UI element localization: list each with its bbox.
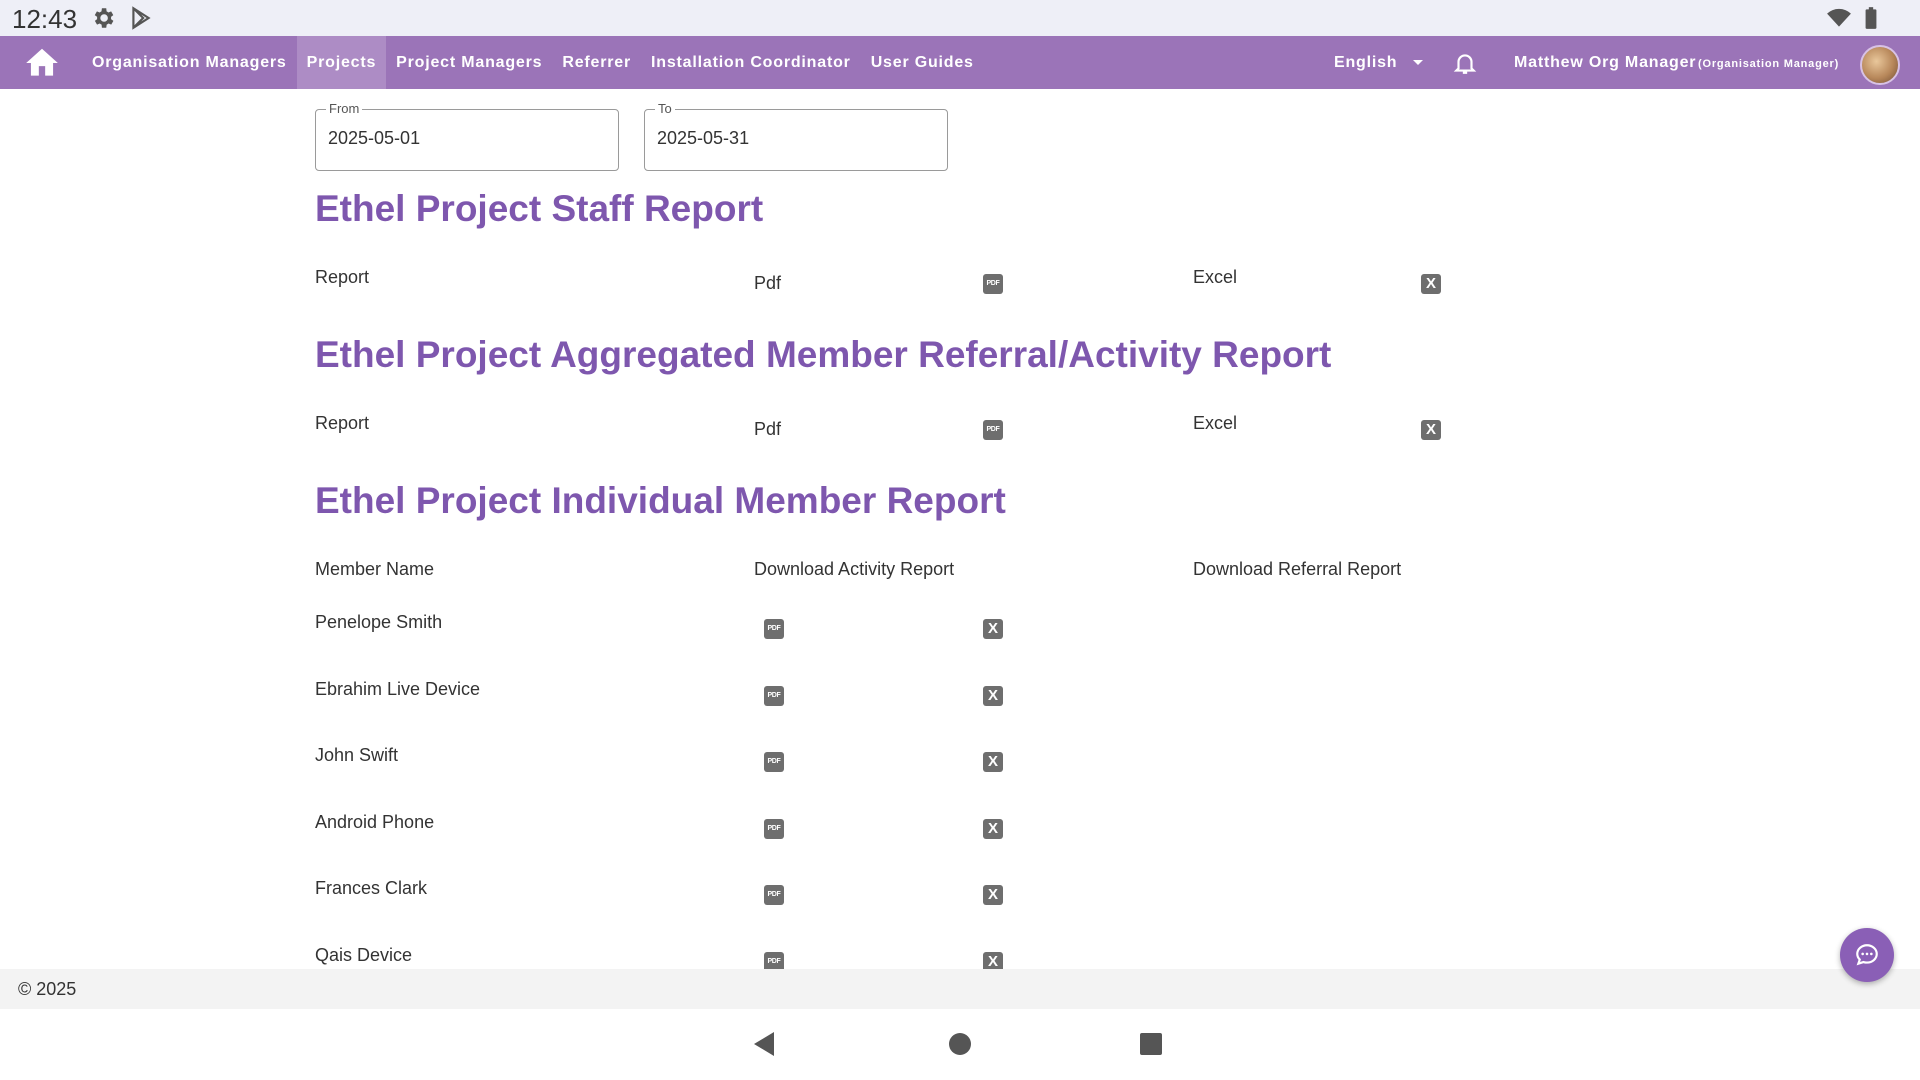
settings-gear-icon xyxy=(94,8,114,28)
user-name: Matthew Org Manager xyxy=(1514,54,1697,71)
system-navigation-bar xyxy=(0,1009,1920,1080)
play-store-icon xyxy=(132,6,151,30)
staff-excel-label: Excel xyxy=(1193,267,1238,287)
aggregated-report-label: Report xyxy=(315,413,370,433)
nav-organisation-managers[interactable]: Organisation Managers xyxy=(82,36,297,89)
aggregated-report-pdf-icon[interactable]: PDF xyxy=(983,420,1003,440)
member-activity-excel-icon[interactable]: X xyxy=(983,885,1003,905)
language-label: English xyxy=(1334,54,1398,71)
member-name: Frances Clark xyxy=(315,878,428,898)
language-select[interactable]: English xyxy=(1334,36,1424,89)
status-time: 12:43 xyxy=(12,4,78,34)
wifi-icon xyxy=(1827,8,1851,27)
staff-report-title: Ethel Project Staff Report xyxy=(315,188,764,229)
nav-project-managers[interactable]: Project Managers xyxy=(386,36,552,89)
staff-report-excel-icon[interactable]: X xyxy=(1421,274,1441,294)
member-activity-pdf-icon[interactable]: PDF xyxy=(764,952,784,969)
staff-report-pdf-icon[interactable]: PDF xyxy=(983,274,1003,294)
back-icon[interactable] xyxy=(754,1032,774,1056)
chevron-down-icon xyxy=(1413,60,1424,65)
main-content: From To Ethel Project Staff Report Repor… xyxy=(0,89,1920,969)
member-activity-excel-icon[interactable]: X xyxy=(983,952,1003,969)
home-circle-icon[interactable] xyxy=(949,1033,971,1055)
notification-bell-icon[interactable] xyxy=(1452,50,1478,76)
chat-button[interactable] xyxy=(1840,928,1894,982)
aggregated-excel-label: Excel xyxy=(1193,413,1238,433)
recent-apps-icon[interactable] xyxy=(1140,1033,1162,1055)
footer: © 2025 xyxy=(0,969,1920,1009)
aggregated-pdf-label: Pdf xyxy=(754,419,782,439)
member-activity-excel-icon[interactable]: X xyxy=(983,752,1003,772)
nav-referrer[interactable]: Referrer xyxy=(552,36,641,89)
from-date-label: From xyxy=(326,101,363,116)
from-date-input[interactable] xyxy=(328,128,598,149)
user-role: (Organisation Manager) xyxy=(1698,58,1840,70)
home-icon[interactable] xyxy=(20,44,64,82)
copyright: © 2025 xyxy=(18,979,77,999)
avatar[interactable] xyxy=(1860,45,1900,85)
header-download-referral: Download Referral Report xyxy=(1193,559,1402,579)
staff-pdf-label: Pdf xyxy=(754,273,782,293)
aggregated-report-excel-icon[interactable]: X xyxy=(1421,420,1441,440)
member-name: Ebrahim Live Device xyxy=(315,679,481,699)
nav-links: Organisation Managers Projects Project M… xyxy=(82,36,984,89)
individual-report-title: Ethel Project Individual Member Report xyxy=(315,480,1006,521)
member-name: Qais Device xyxy=(315,945,413,965)
member-activity-pdf-icon[interactable]: PDF xyxy=(764,752,784,772)
header-member-name: Member Name xyxy=(315,559,435,579)
top-navbar: Organisation Managers Projects Project M… xyxy=(0,36,1920,89)
header-download-activity: Download Activity Report xyxy=(754,559,955,579)
from-date-field[interactable]: From xyxy=(315,101,619,171)
status-bar: 12:43 xyxy=(0,0,1920,36)
member-activity-pdf-icon[interactable]: PDF xyxy=(764,819,784,839)
staff-report-label: Report xyxy=(315,267,370,287)
member-activity-excel-icon[interactable]: X xyxy=(983,819,1003,839)
to-date-label: To xyxy=(655,101,675,116)
to-date-input[interactable] xyxy=(657,128,927,149)
nav-user-guides[interactable]: User Guides xyxy=(861,36,984,89)
member-activity-excel-icon[interactable]: X xyxy=(983,619,1003,639)
member-activity-pdf-icon[interactable]: PDF xyxy=(764,686,784,706)
chat-bubble-icon xyxy=(1856,944,1878,966)
nav-installation-coordinator[interactable]: Installation Coordinator xyxy=(641,36,861,89)
battery-icon xyxy=(1865,7,1877,29)
member-name: Penelope Smith xyxy=(315,612,443,632)
member-name: Android Phone xyxy=(315,812,435,832)
member-activity-pdf-icon[interactable]: PDF xyxy=(764,619,784,639)
member-name: John Swift xyxy=(315,745,399,765)
aggregated-report-title: Ethel Project Aggregated Member Referral… xyxy=(315,334,1332,375)
member-activity-pdf-icon[interactable]: PDF xyxy=(764,885,784,905)
nav-projects[interactable]: Projects xyxy=(296,36,387,89)
member-activity-excel-icon[interactable]: X xyxy=(983,686,1003,706)
to-date-field[interactable]: To xyxy=(644,101,948,171)
